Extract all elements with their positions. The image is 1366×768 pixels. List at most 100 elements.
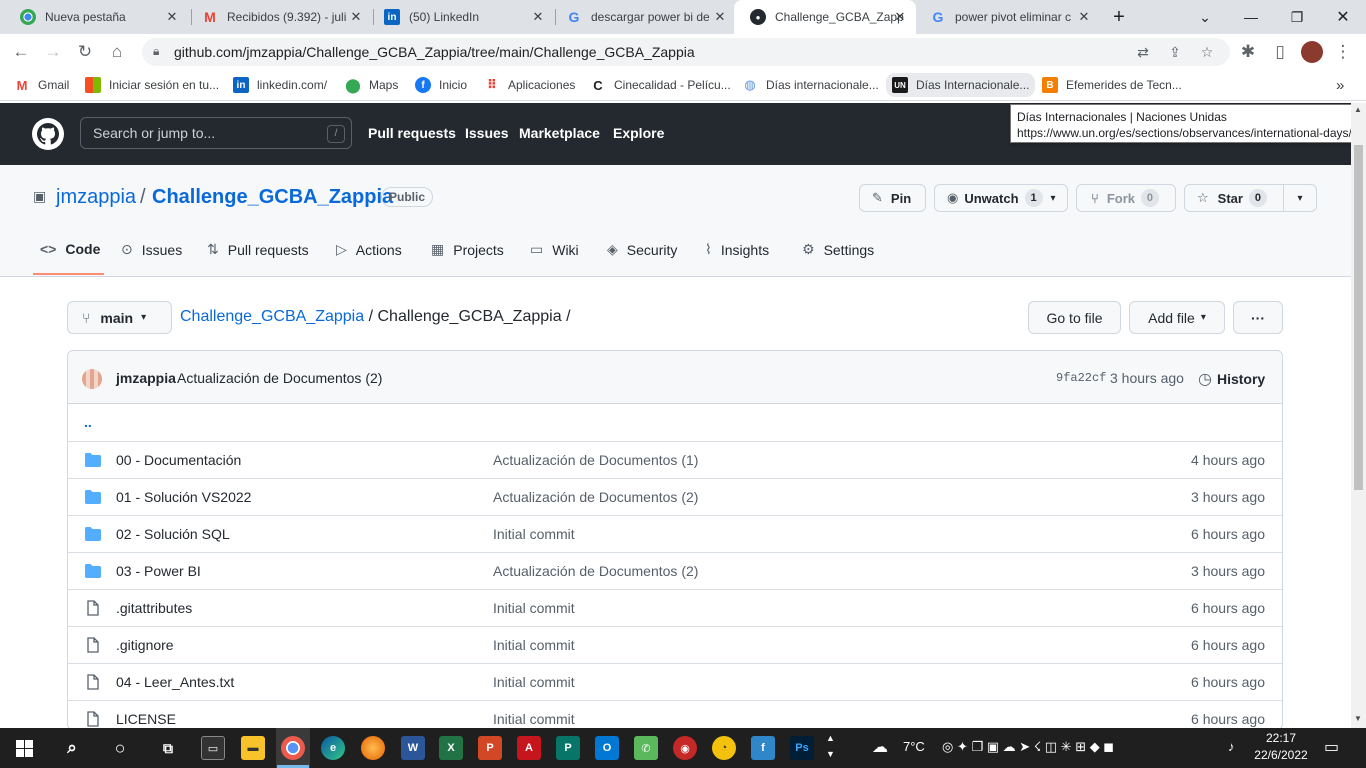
powerpoint-icon[interactable]: P bbox=[478, 736, 502, 760]
browser-tab-linkedin[interactable]: in (50) LinkedIn ✕ bbox=[368, 0, 554, 34]
bookmark-gmail[interactable]: M Gmail bbox=[14, 76, 70, 94]
nav-marketplace[interactable]: Marketplace bbox=[519, 125, 600, 141]
file-row[interactable]: .gitattributes Initial commit 6 hours ago bbox=[68, 589, 1282, 626]
bookmark-microsoft[interactable]: Iniciar sesión en tu... bbox=[85, 76, 219, 94]
file-explorer-icon[interactable]: ▬ bbox=[241, 736, 265, 760]
taskbar-scroll-icon[interactable]: ▲ ▼ bbox=[826, 730, 835, 762]
folder-row[interactable]: 02 - Solución SQL Initial commit 6 hours a… bbox=[68, 515, 1282, 552]
file-name-link[interactable]: LICENSE bbox=[116, 711, 176, 727]
nav-issues[interactable]: Issues bbox=[465, 125, 509, 141]
phone-app-icon[interactable]: ✆ bbox=[634, 736, 658, 760]
bookmark-cinecalidad[interactable]: C Cinecalidad - Pelícu... bbox=[590, 76, 730, 94]
bookmarks-overflow-icon[interactable]: » bbox=[1336, 76, 1344, 94]
file-commit-message-link[interactable]: Actualización de Documentos (2) bbox=[493, 489, 698, 505]
close-tab-icon[interactable]: ✕ bbox=[348, 9, 364, 25]
tab-pull-requests[interactable]: ⇅ Pull requests bbox=[207, 241, 309, 258]
back-arrow-icon[interactable]: ← bbox=[8, 39, 34, 65]
commit-sha-link[interactable]: 9fa22cf bbox=[1056, 371, 1106, 385]
folder-row[interactable]: 03 - Power BI Actualización de Documentos… bbox=[68, 552, 1282, 589]
close-tab-icon[interactable]: ✕ bbox=[892, 9, 908, 25]
repo-name-link[interactable]: Challenge_GCBA_Zappia bbox=[152, 186, 393, 209]
file-commit-message-link[interactable]: Actualización de Documentos (2) bbox=[493, 563, 698, 579]
menu-kebab-icon[interactable]: ⋮ bbox=[1330, 39, 1356, 65]
close-tab-icon[interactable]: ✕ bbox=[1076, 9, 1092, 25]
photoshop-icon[interactable]: Ps bbox=[790, 736, 814, 760]
more-options-button[interactable]: ··· bbox=[1233, 301, 1283, 334]
file-commit-message-link[interactable]: Initial commit bbox=[493, 674, 575, 690]
scroll-down-icon[interactable]: ▼ bbox=[1354, 714, 1362, 723]
tab-insights[interactable]: ⌇ Insights bbox=[705, 241, 769, 258]
new-tab-icon[interactable]: + bbox=[1096, 0, 1142, 34]
star-button[interactable]: ☆ Star 0 ▾ bbox=[1184, 184, 1317, 212]
reload-icon[interactable]: ↻ bbox=[72, 39, 98, 65]
media-player-icon[interactable]: ◉ bbox=[673, 736, 697, 760]
branch-select-button[interactable]: ⑂ main ▾ bbox=[67, 301, 172, 334]
file-row[interactable]: 04 - Leer_Antes.txt Initial commit 6 hours… bbox=[68, 663, 1282, 700]
file-name-link[interactable]: 01 - Solución VS2022 bbox=[116, 489, 251, 505]
file-commit-message-link[interactable]: Initial commit bbox=[493, 711, 575, 727]
tab-code[interactable]: <> Code bbox=[40, 241, 100, 257]
file-name-link[interactable]: 02 - Solución SQL bbox=[116, 526, 230, 542]
cortana-circle-icon[interactable]: ○ bbox=[108, 736, 132, 760]
windows-start-icon[interactable] bbox=[12, 736, 36, 760]
bookmark-un-days[interactable]: ◍ Días internacionale... bbox=[742, 76, 878, 94]
bookmark-facebook[interactable]: f Inicio bbox=[415, 76, 467, 94]
scrollbar-thumb[interactable] bbox=[1354, 145, 1363, 490]
tab-settings[interactable]: ⚙ Settings bbox=[802, 241, 874, 258]
tab-security[interactable]: ◈ Security bbox=[607, 241, 677, 258]
tab-search-chevron-icon[interactable]: ⌄ bbox=[1182, 0, 1228, 34]
side-panel-icon[interactable]: ▯ bbox=[1267, 39, 1293, 65]
commit-author-link[interactable]: jmzappia bbox=[116, 370, 176, 386]
firefox-icon[interactable] bbox=[361, 736, 385, 760]
notification-icon[interactable]: ▭ bbox=[1324, 737, 1339, 757]
word-icon[interactable]: W bbox=[401, 736, 425, 760]
tray-app-icons[interactable]: ◎ ✦ ❐ ▣ ☁ ➤ ☇ ◫ ✳ ⊞ ◆ ◼ bbox=[942, 739, 1114, 755]
edge-icon[interactable]: e bbox=[321, 736, 345, 760]
translate-icon[interactable]: ⇄ bbox=[1134, 44, 1152, 60]
github-search-input[interactable]: Search or jump to... / bbox=[80, 117, 352, 149]
file-row[interactable]: .gitignore Initial commit 6 hours ago bbox=[68, 626, 1282, 663]
parent-dir-row[interactable]: .. bbox=[68, 404, 1282, 441]
bookmark-blogger[interactable]: B Efemerides de Tecn... bbox=[1042, 76, 1182, 94]
bookmark-apps[interactable]: ⠿ Aplicaciones bbox=[484, 76, 575, 94]
tab-issues[interactable]: ⊙ Issues bbox=[121, 241, 182, 258]
bookmark-star-icon[interactable]: ☆ bbox=[1198, 44, 1216, 60]
bookmark-linkedin[interactable]: in linkedin.com/ bbox=[233, 76, 327, 94]
folder-row[interactable]: 01 - Solución VS2022 Actualización de Doc… bbox=[68, 478, 1282, 515]
task-view-icon[interactable]: ⧉ bbox=[156, 736, 180, 760]
home-icon[interactable]: ⌂ bbox=[104, 39, 130, 65]
profile-avatar[interactable] bbox=[1299, 39, 1325, 65]
commit-message-link[interactable]: Actualización de Documentos (2) bbox=[177, 370, 382, 386]
browser-tab-github-active[interactable]: ● Challenge_GCBA_Zapp ✕ bbox=[734, 0, 916, 34]
bookmark-maps[interactable]: ⬤ Maps bbox=[345, 76, 398, 94]
file-name-link[interactable]: .gitattributes bbox=[116, 600, 192, 616]
tab-wiki[interactable]: ▭ Wiki bbox=[530, 241, 579, 258]
acrobat-icon[interactable]: A bbox=[517, 736, 541, 760]
maximize-icon[interactable]: ❐ bbox=[1274, 0, 1320, 34]
history-link[interactable]: ◷ History bbox=[1198, 369, 1265, 389]
weather-temperature[interactable]: 7°C bbox=[903, 739, 925, 754]
browser-tab-google-search[interactable]: G descargar power bi de ✕ bbox=[550, 0, 736, 34]
language-icon[interactable]: ♪ bbox=[1228, 739, 1235, 754]
file-name-link[interactable]: .gitignore bbox=[116, 637, 174, 653]
forward-arrow-icon[interactable]: → bbox=[40, 39, 66, 65]
tab-actions[interactable]: ▷ Actions bbox=[336, 241, 402, 258]
minimize-icon[interactable]: — bbox=[1228, 0, 1274, 34]
scroll-up-icon[interactable]: ▲ bbox=[1354, 105, 1362, 114]
share-icon[interactable]: ⇪ bbox=[1166, 44, 1184, 60]
breadcrumb-root-link[interactable]: Challenge_GCBA_Zappia bbox=[180, 308, 364, 325]
search-icon[interactable]: ⌕ bbox=[60, 736, 84, 760]
bookmark-un-hovered[interactable]: UN Días Internacionale... bbox=[886, 73, 1036, 97]
close-tab-icon[interactable]: ✕ bbox=[164, 9, 180, 25]
f-app-icon[interactable]: f bbox=[751, 736, 775, 760]
pin-button[interactable]: ✎ Pin bbox=[859, 184, 926, 212]
clock-app-icon[interactable]: ◔ bbox=[712, 736, 736, 760]
repo-owner-link[interactable]: jmzappia bbox=[56, 186, 136, 209]
clock-date[interactable]: 22/6/2022 bbox=[1254, 748, 1308, 762]
excel-icon[interactable]: X bbox=[439, 736, 463, 760]
file-commit-message-link[interactable]: Initial commit bbox=[493, 637, 575, 653]
weather-cloud-icon[interactable]: ☁ bbox=[872, 737, 888, 757]
browser-tab-google-search-2[interactable]: G power pivot eliminar c ✕ bbox=[914, 0, 1100, 34]
extensions-puzzle-icon[interactable]: ✱ bbox=[1235, 39, 1261, 65]
add-file-button[interactable]: Add file ▾ bbox=[1129, 301, 1225, 334]
